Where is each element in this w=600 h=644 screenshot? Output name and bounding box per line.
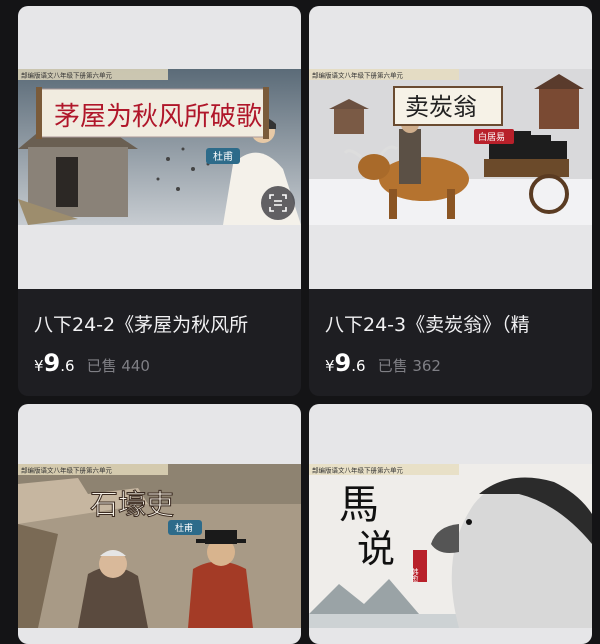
product-image: 馬 说 韩愈 部编版语文八年级下册第六单元	[309, 404, 592, 644]
product-card-4[interactable]: 馬 说 韩愈 部编版语文八年级下册第六单元	[309, 404, 592, 644]
art-author: 杜甫	[175, 522, 193, 534]
sold-count: 已售 362	[377, 357, 441, 375]
product-card-1[interactable]: 茅屋为秋风所破歌 杜甫 部编版语文八年级下册第六单元 八下24-2《茅屋为秋风所…	[18, 6, 301, 396]
price-decimal: .6	[351, 357, 366, 375]
product-card-3[interactable]: 石壕吏 杜甫 部编版语文八年级下册第六单元	[18, 404, 301, 644]
art-title: 茅屋为秋风所破歌	[54, 102, 262, 132]
art-banner: 部编版语文八年级下册第六单元	[21, 466, 113, 475]
price-integer: 9	[43, 349, 61, 377]
product-title[interactable]: 八下24-3《卖炭翁》（精	[325, 310, 582, 337]
product-title[interactable]: 八下24-2《茅屋为秋风所	[34, 310, 291, 337]
art-banner: 部编版语文八年级下册第六单元	[312, 466, 404, 475]
product-image: 石壕吏 杜甫 部编版语文八年级下册第六单元	[18, 404, 301, 644]
price-decimal: .6	[60, 357, 75, 375]
product-image: 卖炭翁 白居易 部编版语文八年级下册第六单元	[309, 6, 592, 289]
product-price: ¥9.6 已售 362	[325, 349, 441, 377]
art-author: 杜甫	[213, 150, 233, 163]
art-title: 卖炭翁	[405, 93, 477, 121]
product-image: 茅屋为秋风所破歌 杜甫 部编版语文八年级下册第六单元	[18, 6, 301, 289]
art-title-1: 馬	[339, 482, 379, 528]
art-title-2: 说	[357, 527, 395, 571]
product-price: ¥9.6 已售 440	[34, 349, 150, 377]
price-integer: 9	[334, 349, 352, 377]
sold-count: 已售 440	[86, 357, 150, 375]
art-banner: 部编版语文八年级下册第六单元	[21, 71, 113, 80]
art-author: 韩愈	[411, 567, 419, 582]
scan-icon[interactable]	[261, 186, 295, 220]
art-banner: 部编版语文八年级下册第六单元	[312, 71, 404, 80]
product-card-2[interactable]: 卖炭翁 白居易 部编版语文八年级下册第六单元 八下24-3《卖炭翁》（精 ¥9.…	[309, 6, 592, 396]
price-currency: ¥	[34, 357, 44, 375]
price-currency: ¥	[325, 357, 335, 375]
art-author: 白居易	[478, 131, 505, 143]
art-title: 石壕吏	[90, 488, 174, 521]
